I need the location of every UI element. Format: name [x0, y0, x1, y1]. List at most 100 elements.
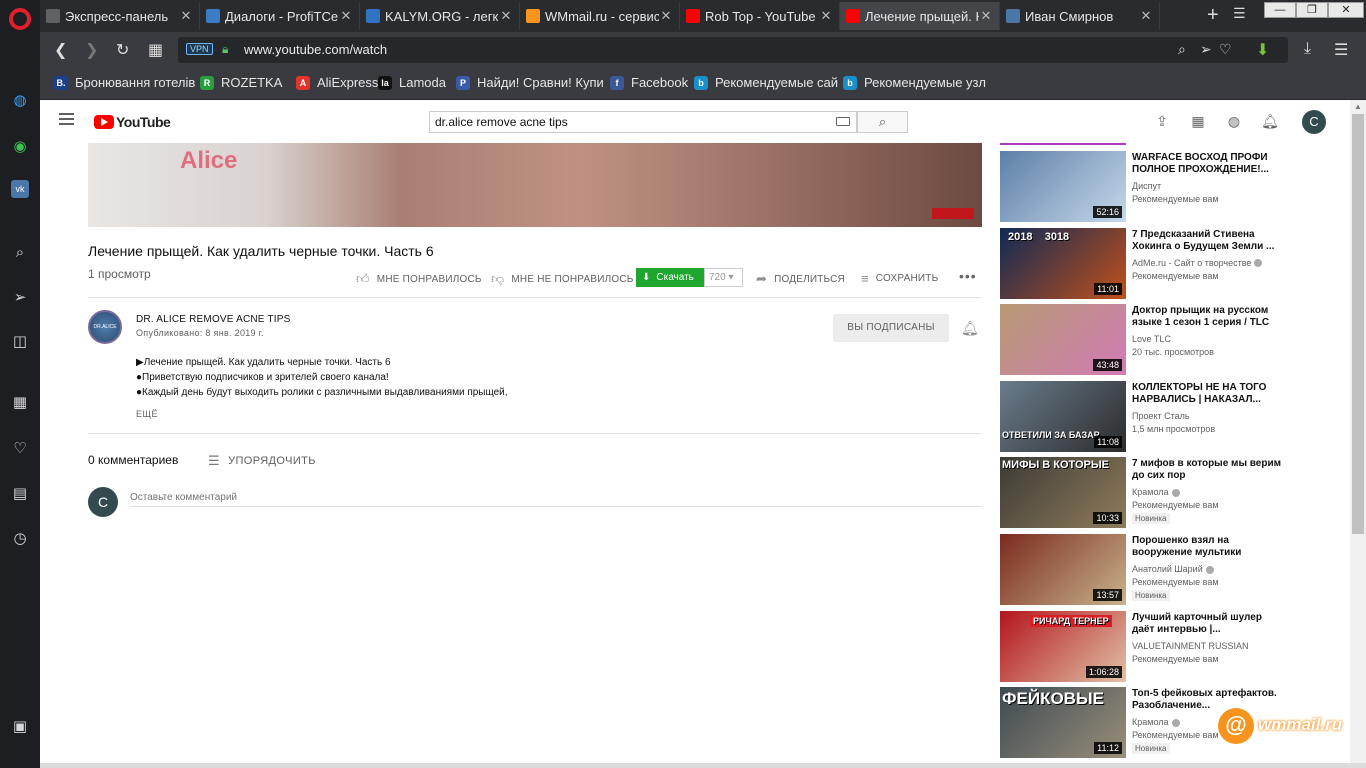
browser-tab[interactable]: WMmail.ru - сервис ✕ [520, 2, 680, 30]
download-button[interactable]: ⬇ Скачать [636, 268, 704, 287]
channel-name[interactable]: Проект Сталь [1132, 411, 1190, 421]
dislike-button[interactable]: 👎︎ МНЕ НЕ ПОНРАВИЛОСЬ [491, 271, 634, 287]
browser-tab[interactable]: Экспресс-панель ✕ [40, 2, 200, 30]
bookmark-item[interactable]: f Facebook [610, 75, 688, 90]
sidebar-toggle-icon[interactable]: ▣ [8, 714, 32, 738]
tab-menu-icon[interactable]: ☰ [1233, 5, 1246, 22]
video-thumbnail[interactable]: ОТВЕТИЛИ ЗА БАЗАР 11:08 [1000, 380, 1126, 452]
video-title[interactable]: WARFACE ВОСХОД ПРОФИ ПОЛНОЕ ПРОХОЖДЕНИЕ!… [1132, 152, 1282, 176]
recommended-video[interactable]: 52:16 WARFACE ВОСХОД ПРОФИ ПОЛНОЕ ПРОХОЖД… [1000, 151, 1300, 223]
video-thumbnail[interactable]: 52:16 [1000, 151, 1126, 222]
search-icon[interactable]: ⌕ [1178, 41, 1186, 58]
like-button[interactable]: 👍︎ МНЕ ПОНРАВИЛОСЬ [356, 271, 482, 287]
video-title[interactable]: Порошенко взял на вооружение мультики [1132, 535, 1282, 559]
channel-name[interactable]: Love TLC [1132, 334, 1171, 344]
bookmark-item[interactable]: b Рекомендуемые узл [843, 75, 986, 90]
recommended-video[interactable]: 2018 3018 11:01 7 Предсказаний Стивена Хок… [1000, 227, 1300, 300]
minimize-icon[interactable]: — [1264, 2, 1296, 18]
browser-tab[interactable]: Rob Top - YouTube ✕ [680, 2, 840, 30]
video-thumbnail[interactable]: 43:48 [1000, 304, 1126, 376]
channel-name[interactable]: AdMe.ru - Сайт о творчестве [1132, 258, 1263, 268]
download-arrow-icon[interactable]: ⬇ [1256, 40, 1269, 60]
scroll-up-icon[interactable]: ▲ [1354, 102, 1362, 111]
bookmark-item[interactable]: B. Бронювання готелів [54, 75, 195, 90]
more-options-icon[interactable]: ••• [959, 268, 977, 284]
back-icon[interactable]: ❮ [54, 40, 67, 60]
channel-watermark-icon[interactable] [932, 208, 974, 219]
apps-icon[interactable]: ▦ [1190, 113, 1206, 129]
close-window-icon[interactable]: ✕ [1328, 2, 1364, 18]
news-icon[interactable]: ▤ [8, 481, 32, 505]
video-title[interactable]: Лучший карточный шулер даёт интервью |..… [1132, 612, 1282, 636]
download-count-dropdown[interactable]: 720 ▾ [704, 268, 743, 287]
close-tab-icon[interactable]: ✕ [339, 8, 353, 24]
youtube-logo[interactable]: YouTube [94, 114, 171, 130]
opera-logo-icon[interactable] [9, 8, 31, 30]
channel-name[interactable]: VALUETAINMENT RUSSIAN [1132, 641, 1249, 651]
close-tab-icon[interactable]: ✕ [1139, 8, 1153, 24]
search-input[interactable] [429, 111, 857, 133]
share-button[interactable]: ➦ ПОДЕЛИТЬСЯ [756, 271, 845, 287]
tabs-grid-icon[interactable]: ▦ [148, 40, 163, 60]
search-icon[interactable]: ⌕ [8, 240, 32, 264]
url-field[interactable]: VPN 🔒︎ www.youtube.com/watch ⌕ ➢ ♡ [178, 37, 1288, 63]
close-tab-icon[interactable]: ✕ [179, 8, 193, 24]
bookmark-item[interactable]: P Найди! Сравни! Купи [456, 75, 604, 90]
video-thumbnail[interactable]: РИЧАРД ТЕРНЕР 1:06:28 [1000, 610, 1126, 682]
avatar[interactable]: C [1302, 110, 1326, 134]
sort-comments-button[interactable]: ☰ УПОРЯДОЧИТЬ [208, 453, 316, 469]
recommended-video[interactable]: 13:57 Порошенко взял на вооружение мульти… [1000, 534, 1300, 606]
upload-icon[interactable]: ⇪ [1154, 113, 1170, 129]
comment-input[interactable] [130, 489, 982, 507]
browser-tab[interactable]: Лечение прыщей. Ка ✕ [840, 2, 1000, 30]
notifications-bell-icon[interactable]: 🔔︎ [1261, 113, 1279, 129]
scroll-thumb[interactable] [1352, 114, 1364, 534]
video-thumbnail[interactable]: ФЕЙКОВЫЕ 11:12 [1000, 687, 1126, 759]
history-icon[interactable]: ◷ [8, 526, 32, 550]
bookmark-item[interactable]: la Lamoda [378, 75, 446, 90]
lock-icon[interactable]: 🔒︎ [222, 42, 228, 57]
video-player[interactable]: Alice [88, 143, 982, 227]
save-button[interactable]: ≡ СОХРАНИТЬ [861, 271, 938, 286]
vpn-badge[interactable]: VPN [186, 43, 213, 55]
messages-icon[interactable]: ◍ [1226, 113, 1242, 129]
camera-icon[interactable]: ◫ [8, 329, 32, 353]
send-icon[interactable]: ➢ [1200, 41, 1212, 58]
vk-icon[interactable]: vk [11, 180, 29, 198]
keyboard-icon[interactable] [836, 117, 850, 126]
bookmark-item[interactable]: A AliExpress [296, 75, 378, 90]
send-icon[interactable]: ➢ [8, 285, 32, 309]
close-tab-icon[interactable]: ✕ [499, 8, 513, 24]
hamburger-menu-icon[interactable] [59, 113, 74, 128]
subscribed-button[interactable]: ВЫ ПОДПИСАНЫ [833, 314, 949, 342]
speed-dial-icon[interactable]: ▦ [8, 390, 32, 414]
bookmark-heart-icon[interactable]: ♡ [1219, 41, 1232, 58]
close-tab-icon[interactable]: ✕ [819, 8, 833, 24]
channel-name[interactable]: Диспут [1132, 181, 1161, 191]
search-button[interactable]: ⌕ [857, 111, 908, 133]
easy-setup-icon[interactable]: ☰ [1334, 40, 1348, 60]
recommended-video[interactable]: МИФЫ В КОТОРЫЕ 10:33 7 мифов в которые мы … [1000, 457, 1300, 529]
messenger-icon[interactable]: ◍ [8, 88, 32, 112]
browser-tab[interactable]: KALYM.ORG - легкие✕ [360, 2, 520, 30]
channel-name[interactable]: Анатолий Шарий [1132, 564, 1214, 574]
video-thumbnail[interactable]: МИФЫ В КОТОРЫЕ 10:33 [1000, 457, 1126, 529]
bookmark-item[interactable]: R ROZETKA [200, 75, 282, 90]
bookmark-item[interactable]: b Рекомендуемые сай [694, 75, 838, 90]
channel-avatar[interactable]: DR.ALICE [88, 310, 122, 344]
bell-icon[interactable]: 🔔︎ [961, 320, 979, 337]
restore-icon[interactable]: ❐ [1296, 2, 1328, 18]
recommended-video[interactable]: РИЧАРД ТЕРНЕР 1:06:28 Лучший карточный шул… [1000, 610, 1300, 683]
channel-name[interactable]: Крамола [1132, 717, 1180, 727]
downloads-icon[interactable]: ⤓ [1304, 40, 1311, 58]
channel-name[interactable]: DR. ALICE REMOVE ACNE TIPS [136, 314, 291, 325]
new-tab-button[interactable]: + [1207, 4, 1219, 27]
whatsapp-icon[interactable]: ◉ [8, 134, 32, 158]
close-tab-icon[interactable]: ✕ [979, 8, 993, 24]
channel-name[interactable]: Крамола [1132, 487, 1180, 497]
recommended-video[interactable]: ОТВЕТИЛИ ЗА БАЗАР 11:08 КОЛЛЕКТОРЫ НЕ НА Т… [1000, 380, 1300, 453]
scrollbar[interactable]: ▲ [1350, 100, 1366, 768]
browser-tab[interactable]: Иван Смирнов ✕ [1000, 2, 1160, 30]
browser-tab[interactable]: Диалоги - ProfiTCen ✕ [200, 2, 360, 30]
close-tab-icon[interactable]: ✕ [659, 8, 673, 24]
